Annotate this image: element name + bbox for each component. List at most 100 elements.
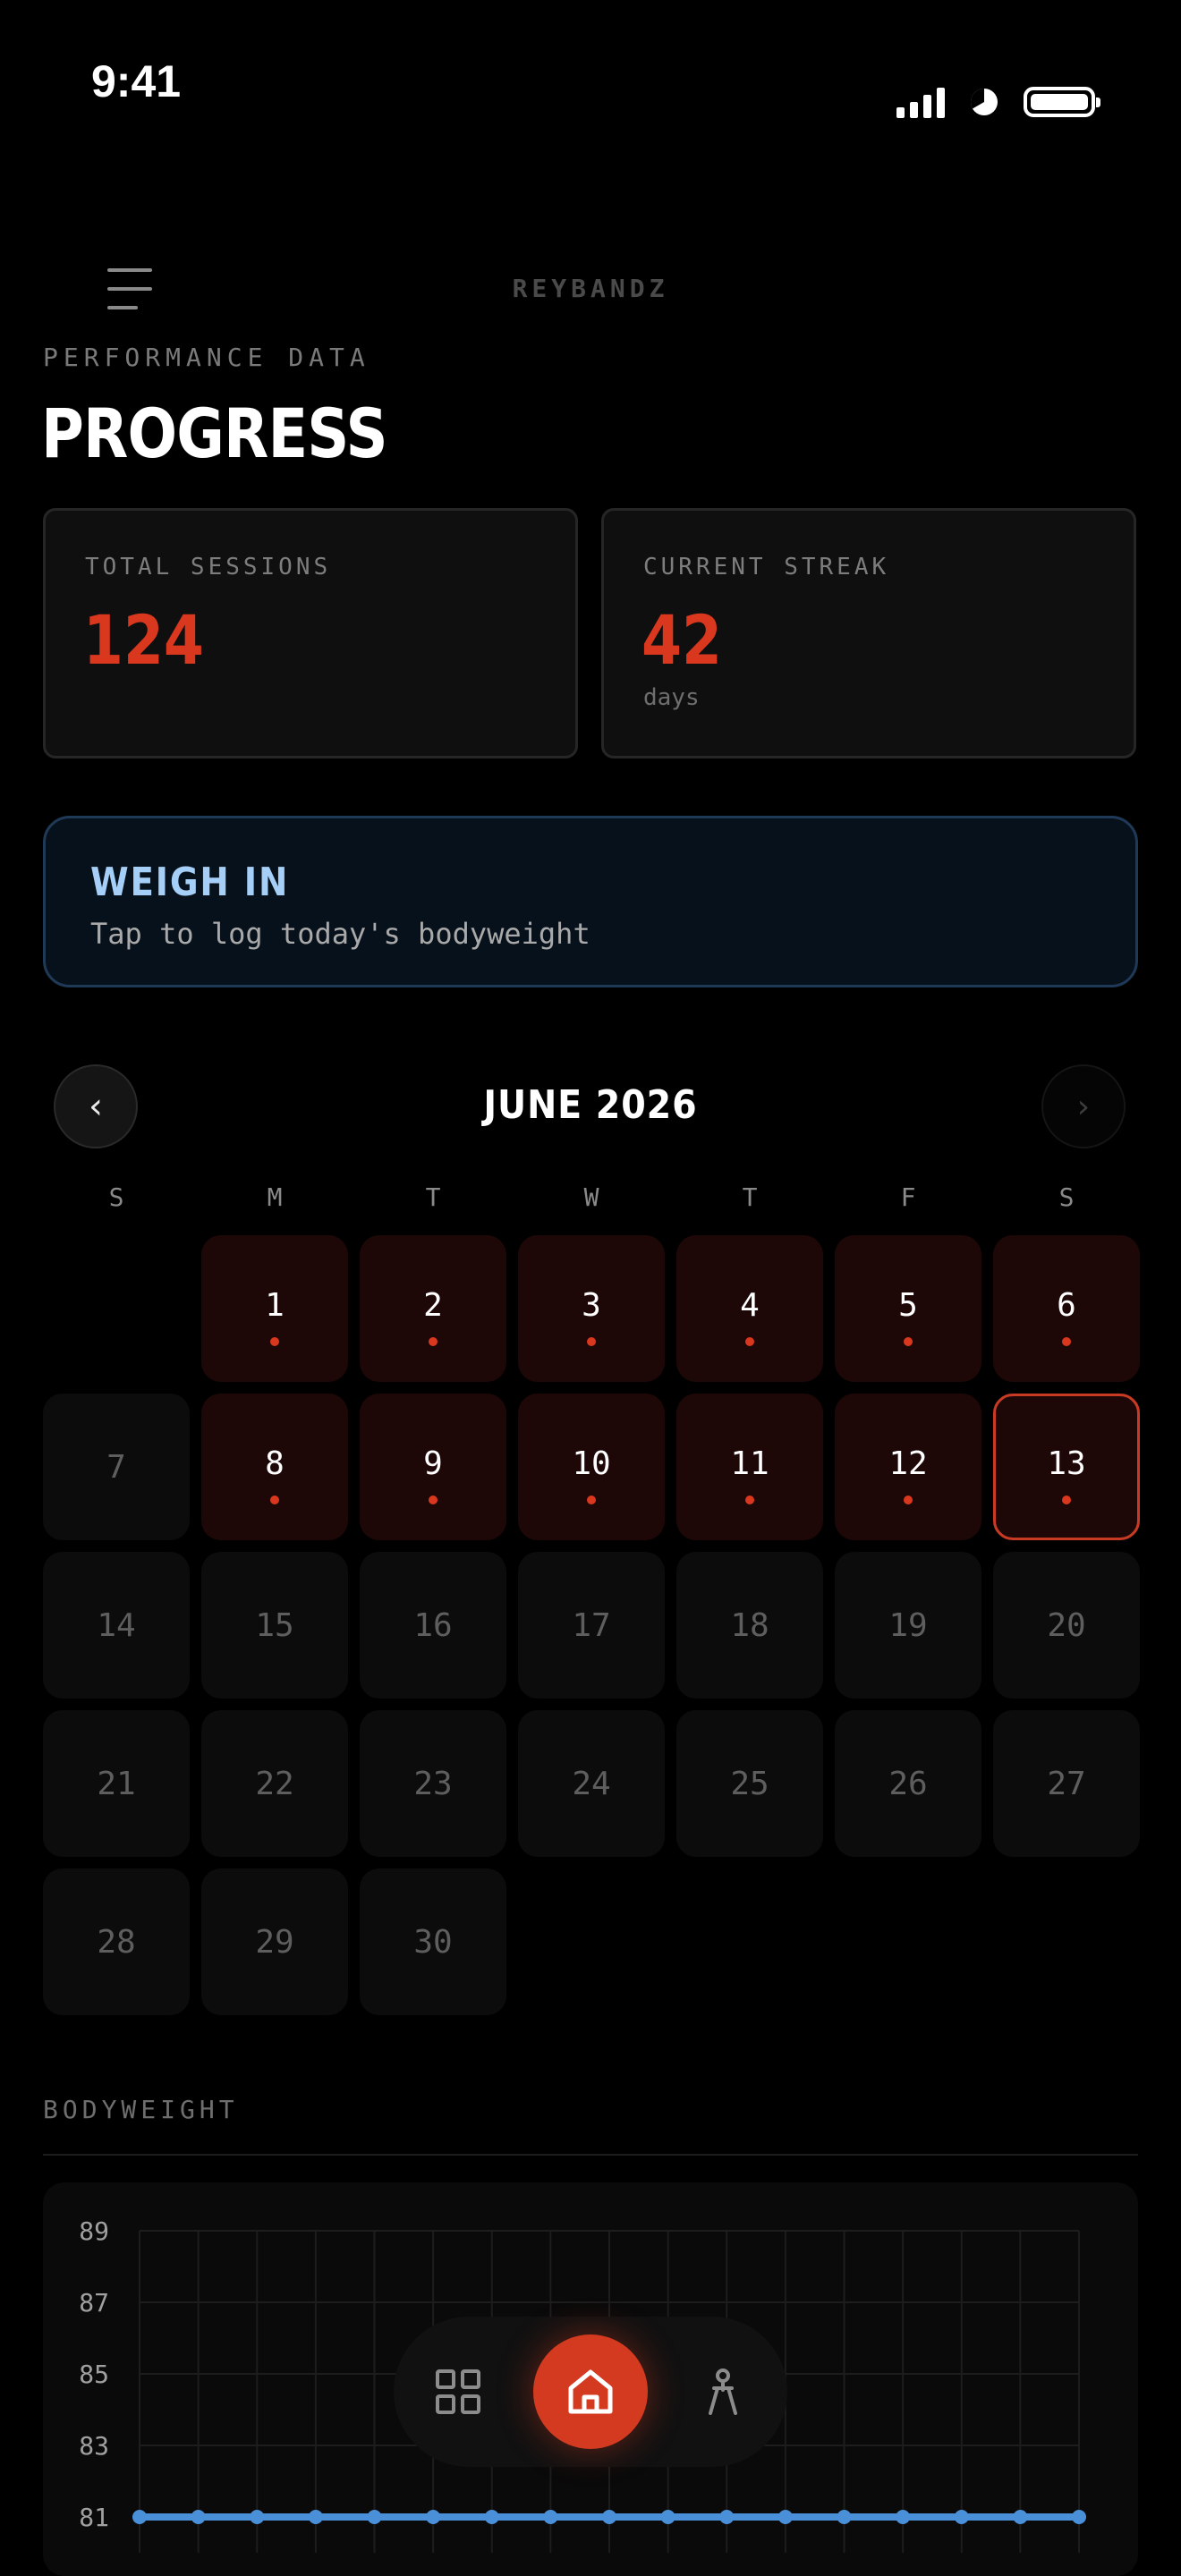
session-dot-icon: [587, 1337, 596, 1346]
next-month-button[interactable]: ›: [1041, 1064, 1126, 1148]
session-dot-icon: [270, 1496, 279, 1504]
calendar-day-12[interactable]: 12: [835, 1394, 981, 1540]
calendar-day-number: 22: [255, 1765, 294, 1802]
calendar-day-number: 14: [97, 1606, 136, 1644]
calendar-day-1[interactable]: 1: [201, 1235, 348, 1382]
calendar-day-9[interactable]: 9: [360, 1394, 506, 1540]
calendar-day-10[interactable]: 10: [518, 1394, 665, 1540]
stat-value: 124: [83, 600, 204, 680]
calendar-day-13[interactable]: 13: [993, 1394, 1140, 1540]
section-label-bodyweight: BODYWEIGHT: [43, 2095, 239, 2124]
weigh-in-button[interactable]: WEIGH IN Tap to log today's bodyweight: [43, 816, 1138, 987]
calendar-day-number: 16: [413, 1606, 453, 1644]
calendar-day-number: 19: [888, 1606, 928, 1644]
calendar-day-number: 12: [888, 1445, 928, 1482]
session-dot-icon: [429, 1337, 438, 1346]
page-title: PROGRESS: [41, 394, 388, 473]
session-dot-icon: [745, 1496, 754, 1504]
calendar-day-24[interactable]: 24: [518, 1710, 665, 1857]
calendar-day-20[interactable]: 20: [993, 1552, 1140, 1699]
calendar-day-number: 20: [1047, 1606, 1086, 1644]
calendar-day-number: 17: [572, 1606, 611, 1644]
calendar-day-number: 26: [888, 1765, 928, 1802]
home-button[interactable]: [533, 2334, 648, 2449]
calendar-day-4[interactable]: 4: [676, 1235, 823, 1382]
calendar-day-23[interactable]: 23: [360, 1710, 506, 1857]
focus-mode-icon: [970, 89, 998, 115]
calendar-day-number: 18: [730, 1606, 769, 1644]
calendar-day-number: 6: [1057, 1286, 1076, 1324]
y-tick-label: 85: [79, 2360, 109, 2389]
stat-value: 42: [641, 600, 722, 680]
calendar-day-11[interactable]: 11: [676, 1394, 823, 1540]
calendar-day-29[interactable]: 29: [201, 1868, 348, 2015]
calendar-day-number: 4: [740, 1286, 760, 1324]
weigh-in-subtitle: Tap to log today's bodyweight: [90, 917, 590, 951]
calendar-day-number: 25: [730, 1765, 769, 1802]
cellular-signal-icon: [896, 86, 945, 118]
calendar-day-number: 15: [255, 1606, 294, 1644]
session-dot-icon: [270, 1337, 279, 1346]
data-point: [426, 2510, 441, 2524]
calendar-day-8[interactable]: 8: [201, 1394, 348, 1540]
page-eyebrow: PERFORMANCE DATA: [43, 343, 370, 372]
y-tick-label: 83: [79, 2431, 109, 2461]
session-dot-icon: [745, 1337, 754, 1346]
status-time: 9:41: [91, 56, 182, 106]
calendar-day-number: 30: [413, 1923, 453, 1961]
calendar-day-number: 23: [413, 1765, 453, 1802]
calendar-day-number: 24: [572, 1765, 611, 1802]
data-point: [719, 2510, 735, 2524]
y-tick-label: 87: [79, 2288, 109, 2318]
calendar-day-3[interactable]: 3: [518, 1235, 665, 1382]
home-icon: [568, 2369, 613, 2414]
stat-label: CURRENT STREAK: [643, 554, 890, 580]
session-dot-icon: [1062, 1337, 1071, 1346]
bottom-nav: [394, 2317, 787, 2467]
brand-title: REYBANDZ: [512, 274, 669, 303]
data-point: [1013, 2510, 1028, 2524]
data-point: [191, 2510, 206, 2524]
calendar-day-number: 11: [730, 1445, 769, 1482]
data-point: [132, 2510, 147, 2524]
calendar-day-number: 2: [423, 1286, 443, 1324]
calendar-day-5[interactable]: 5: [835, 1235, 981, 1382]
data-point: [484, 2510, 499, 2524]
calendar-day-number: 8: [265, 1445, 285, 1482]
calendar-day-26[interactable]: 26: [835, 1710, 981, 1857]
calendar-day-6[interactable]: 6: [993, 1235, 1140, 1382]
battery-icon: [1024, 87, 1100, 117]
calendar-day-30[interactable]: 30: [360, 1868, 506, 2015]
calendar-day-21[interactable]: 21: [43, 1710, 190, 1857]
data-point: [837, 2510, 852, 2524]
dashboard-grid-icon[interactable]: [422, 2356, 494, 2428]
session-dot-icon: [904, 1337, 913, 1346]
calendar-day-number: 28: [97, 1923, 136, 1961]
data-point: [250, 2510, 265, 2524]
calendar-day-2[interactable]: 2: [360, 1235, 506, 1382]
calendar-day-22[interactable]: 22: [201, 1710, 348, 1857]
calendar-day-15[interactable]: 15: [201, 1552, 348, 1699]
calendar-day-27[interactable]: 27: [993, 1710, 1140, 1857]
calendar-day-28[interactable]: 28: [43, 1868, 190, 2015]
calendar-day-number: 29: [255, 1923, 294, 1961]
data-point: [543, 2510, 558, 2524]
calendar-day-number: 10: [572, 1445, 611, 1482]
calendar-day-25[interactable]: 25: [676, 1710, 823, 1857]
calendar-day-number: 1: [265, 1286, 285, 1324]
profile-figure-icon[interactable]: [687, 2356, 759, 2428]
y-tick-label: 89: [79, 2216, 109, 2246]
calendar-day-14[interactable]: 14: [43, 1552, 190, 1699]
calendar-month-title: JUNE 2026: [483, 1082, 698, 1128]
calendar-day-17[interactable]: 17: [518, 1552, 665, 1699]
session-dot-icon: [1062, 1496, 1071, 1504]
calendar-day-7[interactable]: 7: [43, 1394, 190, 1540]
status-icons: [896, 82, 1100, 122]
calendar-day-number: 9: [423, 1445, 443, 1482]
data-point: [777, 2510, 793, 2524]
calendar-day-18[interactable]: 18: [676, 1552, 823, 1699]
weekday-label: F: [900, 1182, 916, 1212]
calendar-day-16[interactable]: 16: [360, 1552, 506, 1699]
calendar-day-19[interactable]: 19: [835, 1552, 981, 1699]
session-dot-icon: [429, 1496, 438, 1504]
